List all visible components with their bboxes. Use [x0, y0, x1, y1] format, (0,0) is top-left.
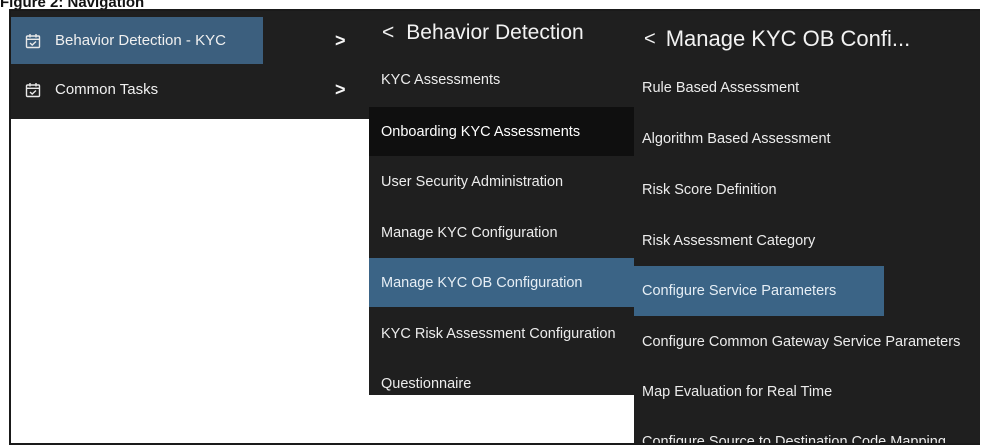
submenu-item-label: Algorithm Based Assessment [642, 131, 831, 147]
submenu-item-configure-source-to-destination-code-mapping[interactable]: Configure Source to Destination Code Map… [634, 417, 980, 445]
submenu-item-kyc-assessments[interactable]: KYC Assessments [369, 55, 634, 104]
submenu-item-label: Configure Common Gateway Service Paramet… [642, 334, 961, 350]
submenu-item-risk-assessment-category[interactable]: Risk Assessment Category [634, 216, 980, 266]
chevron-right-icon: > [335, 30, 346, 50]
submenu-item-algorithm-based-assessment[interactable]: Algorithm Based Assessment [634, 114, 980, 164]
submenu-item-rule-based-assessment[interactable]: Rule Based Assessment [634, 63, 980, 113]
menu-item-behavior-detection-kyc[interactable]: Behavior Detection - KYC > [11, 17, 369, 64]
submenu-item-user-security-administration[interactable]: User Security Administration [369, 157, 634, 206]
submenu-title: Manage KYC OB Confi... [665, 26, 911, 51]
submenu-item-label: Risk Score Definition [642, 182, 777, 198]
menu-item-label: Behavior Detection - KYC [55, 32, 226, 49]
submenu-header[interactable]: < Manage KYC OB Confi... [634, 11, 980, 67]
calendar-check-icon [25, 82, 41, 97]
behavior-detection-submenu: < Behavior Detection KYC Assessments Onb… [369, 11, 634, 395]
submenu-item-manage-kyc-configuration[interactable]: Manage KYC Configuration [369, 208, 634, 257]
menu-item-label: Common Tasks [55, 81, 159, 98]
submenu-item-label: Configure Service Parameters [642, 283, 837, 299]
submenu-item-label: Onboarding KYC Assessments [381, 123, 581, 140]
submenu-item-label: Configure Source to Destination Code Map… [642, 434, 946, 445]
submenu-item-configure-common-gateway-service-parameters[interactable]: Configure Common Gateway Service Paramet… [634, 317, 980, 367]
submenu-title: Behavior Detection [406, 21, 584, 44]
submenu-item-label: Questionnaire [381, 375, 472, 392]
calendar-check-icon [25, 33, 41, 48]
submenu-item-kyc-risk-assessment-configuration[interactable]: KYC Risk Assessment Configuration [369, 309, 634, 358]
submenu-item-label: KYC Assessments [381, 71, 501, 88]
navigation-frame: Behavior Detection - KYC > Common Tasks … [9, 9, 980, 445]
top-level-menu: Behavior Detection - KYC > Common Tasks … [11, 11, 369, 119]
submenu-header[interactable]: < Behavior Detection [369, 11, 634, 55]
chevron-left-icon[interactable]: < [382, 21, 394, 45]
submenu-item-questionnaire[interactable]: Questionnaire [369, 359, 634, 408]
submenu-item-label: User Security Administration [381, 173, 564, 190]
submenu-item-onboarding-kyc-assessments[interactable]: Onboarding KYC Assessments [369, 107, 634, 156]
submenu-item-label: Manage KYC Configuration [381, 224, 558, 241]
submenu-item-label: Rule Based Assessment [642, 80, 800, 96]
submenu-item-label: KYC Risk Assessment Configuration [381, 325, 616, 342]
submenu-item-configure-service-parameters[interactable]: Configure Service Parameters [634, 266, 980, 316]
manage-kyc-ob-configuration-submenu: < Manage KYC OB Confi... Rule Based Asse… [634, 11, 980, 445]
submenu-item-label: Map Evaluation for Real Time [642, 384, 833, 400]
submenu-item-label: Risk Assessment Category [642, 233, 816, 249]
menu-item-common-tasks[interactable]: Common Tasks > [11, 66, 369, 113]
submenu-item-manage-kyc-ob-configuration[interactable]: Manage KYC OB Configuration [369, 258, 634, 307]
chevron-right-icon: > [335, 79, 346, 99]
submenu-item-map-evaluation-for-real-time[interactable]: Map Evaluation for Real Time [634, 367, 980, 417]
submenu-item-risk-score-definition[interactable]: Risk Score Definition [634, 165, 980, 215]
chevron-left-icon[interactable]: < [644, 28, 656, 51]
submenu-item-label: Manage KYC OB Configuration [381, 274, 583, 291]
